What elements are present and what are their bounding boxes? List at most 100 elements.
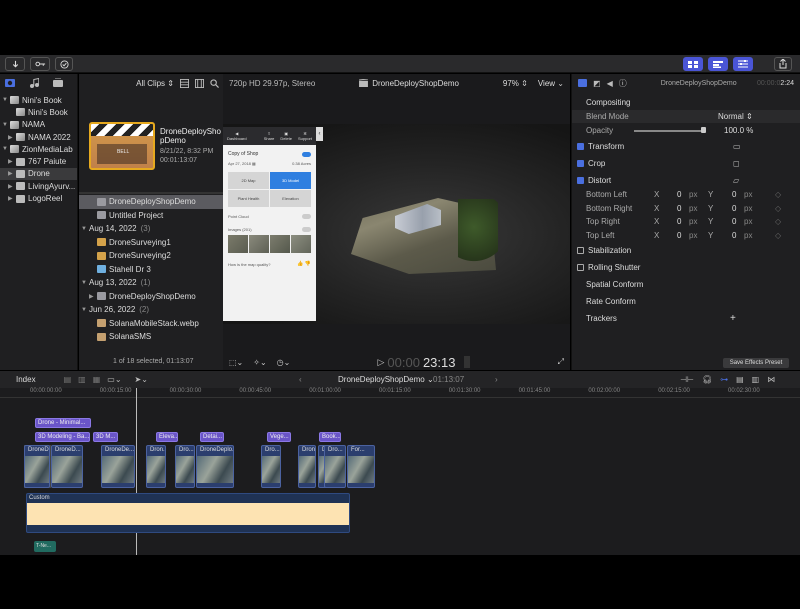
library-item[interactable]: ▶ LogoReel xyxy=(0,192,77,204)
save-effects-preset-button[interactable]: Save Effects Preset xyxy=(723,358,789,368)
connected-clip[interactable]: Vege... xyxy=(267,432,291,442)
connected-clip[interactable]: Detai... xyxy=(200,432,224,442)
effects-browser-icon[interactable]: ▥ xyxy=(752,375,760,384)
date-group-header[interactable]: ▼ Jun 26, 2022 (2) xyxy=(79,303,223,317)
layout-inspector-button[interactable] xyxy=(733,57,753,71)
date-group-header[interactable]: ▼ Aug 13, 2022 (1) xyxy=(79,276,223,290)
library-item[interactable]: Nini's Book xyxy=(0,106,77,118)
insert-icon[interactable]: ▥ xyxy=(78,375,86,384)
timeline-project-dropdown[interactable]: DroneDeployShopDemo ⌄ xyxy=(338,375,434,384)
opacity-slider[interactable] xyxy=(634,129,706,132)
list-divider[interactable] xyxy=(79,192,223,194)
stabilization-row[interactable]: Stabilization xyxy=(572,244,800,257)
append-icon[interactable]: ▦ xyxy=(93,375,101,384)
compositing-header[interactable]: Compositing xyxy=(572,96,800,109)
rolling-shutter-row[interactable]: Rolling Shutter xyxy=(572,261,800,274)
disclosure-triangle-icon[interactable]: ▶ xyxy=(8,170,16,177)
phone-toggle[interactable] xyxy=(302,151,311,157)
transform-icon[interactable]: ▭ xyxy=(733,142,741,151)
storyline-clip[interactable]: Dro... xyxy=(324,445,346,488)
browser-list-item[interactable]: SolanaMobileStack.webp xyxy=(79,317,223,331)
view-dropdown[interactable]: View ⌄ xyxy=(538,79,564,88)
music-icon[interactable] xyxy=(29,78,39,88)
disclosure-triangle-icon[interactable]: ▼ xyxy=(81,307,89,313)
x-value[interactable]: 0 xyxy=(677,190,681,199)
timeline-ruler[interactable]: 00:00:00:00 00:00:15:00 00:00:30:00 00:00:4… xyxy=(0,388,800,398)
layer-3d-model[interactable]: 3D Model xyxy=(270,172,311,189)
image-thumb[interactable] xyxy=(249,235,269,253)
library-item[interactable]: ▼ ZionMediaLab xyxy=(0,143,77,155)
date-group-header[interactable]: ▼ Aug 14, 2022 (3) xyxy=(79,222,223,236)
transform-tool-icon[interactable]: ⬚⌄ xyxy=(229,358,243,367)
add-tracker-icon[interactable]: + xyxy=(730,313,736,324)
play-icon[interactable]: ▷ xyxy=(377,357,384,368)
fullscreen-icon[interactable]: ⤢ xyxy=(558,357,564,367)
storyline-clip[interactable]: DroneD... xyxy=(51,445,83,488)
x-value[interactable]: 0 xyxy=(677,204,681,213)
library-item[interactable]: ▶ Drone xyxy=(0,167,77,181)
select-tool-icon[interactable]: ➤⌄ xyxy=(135,375,148,384)
browser-list-item[interactable]: Stahell Dr 3 xyxy=(79,263,223,277)
y-value[interactable]: 0 xyxy=(732,231,736,240)
transform-checkbox[interactable] xyxy=(577,143,584,150)
browser-list-item[interactable]: DroneSurveying1 xyxy=(79,236,223,250)
phone-delete[interactable]: ▣ Delete xyxy=(280,131,292,141)
library-item[interactable]: ▶ NAMA 2022 xyxy=(0,131,77,143)
browser-list-item[interactable]: ▶ DroneDeployShopDemo xyxy=(79,290,223,304)
browser-list-item[interactable]: Untitled Project xyxy=(79,209,223,223)
forward-arrow-icon[interactable]: › xyxy=(495,375,498,384)
disclosure-triangle-icon[interactable]: ▼ xyxy=(81,226,89,232)
keyframe-icon[interactable]: ◇ xyxy=(775,204,781,213)
crop-row[interactable]: Crop ◻ xyxy=(572,157,800,170)
storyline-clip[interactable]: Dro... xyxy=(261,445,281,488)
stabilization-checkbox[interactable] xyxy=(577,247,584,254)
layout-timeline-button[interactable] xyxy=(708,57,728,71)
search-icon[interactable] xyxy=(210,78,219,88)
color-inspector-icon[interactable]: ◩ xyxy=(593,79,601,88)
keyframe-icon[interactable]: ◇ xyxy=(775,217,781,226)
storyline-clip[interactable]: DroneDeplo... xyxy=(196,445,234,488)
transform-row[interactable]: Transform ▭ xyxy=(572,140,800,153)
blend-mode-dropdown[interactable]: Normal ⇕ xyxy=(718,112,753,121)
connected-clip[interactable]: 3D M... xyxy=(93,432,118,442)
opacity-knob[interactable] xyxy=(701,127,706,133)
phone-share[interactable]: ⇪ Share xyxy=(264,131,275,141)
back-arrow-icon[interactable]: ‹ xyxy=(299,375,302,384)
phone-dashboard[interactable]: ◀ Dashboard xyxy=(227,131,247,141)
crop-checkbox[interactable] xyxy=(577,160,584,167)
playhead[interactable] xyxy=(136,388,137,555)
photos-library-icon[interactable] xyxy=(5,78,15,88)
layout-browser-button[interactable] xyxy=(683,57,703,71)
x-value[interactable]: 0 xyxy=(677,231,681,240)
opacity-value-group[interactable]: 100.0 % xyxy=(724,126,753,135)
y-value[interactable]: 0 xyxy=(732,190,736,199)
connected-clip[interactable]: Book... xyxy=(319,432,341,442)
browser-list-item[interactable]: DroneDeployShopDemo xyxy=(79,195,223,209)
speed-tool-icon[interactable]: ◷⌄ xyxy=(277,358,291,367)
disclosure-triangle-icon[interactable]: ▼ xyxy=(2,146,10,152)
distort-checkbox[interactable] xyxy=(577,177,584,184)
library-item[interactable]: ▼ Nini's Book xyxy=(0,94,77,106)
audio-inspector-icon[interactable]: ◀ xyxy=(607,79,613,88)
disclosure-triangle-icon[interactable]: ▶ xyxy=(8,195,16,202)
snapping-icon[interactable]: ⊶ xyxy=(720,375,728,384)
phone-support[interactable]: ✲ Support xyxy=(298,131,312,141)
zoom-dropdown[interactable]: 97% ⇕ xyxy=(503,79,528,88)
keyframe-icon[interactable]: ◇ xyxy=(775,190,781,199)
thumbs-icons[interactable]: 👍 👎 xyxy=(297,261,311,267)
import-button[interactable] xyxy=(5,57,25,71)
distort-row[interactable]: Distort ⏥ xyxy=(572,174,800,187)
image-thumb[interactable] xyxy=(270,235,290,253)
storyline-clip[interactable]: Dron... xyxy=(298,445,316,488)
overwrite-icon[interactable]: ▭⌄ xyxy=(107,375,121,384)
info-icon[interactable]: ⓘ xyxy=(619,78,627,89)
transitions-icon[interactable]: ⋈ xyxy=(767,375,775,384)
y-value[interactable]: 0 xyxy=(732,217,736,226)
storyline-clip[interactable]: DroneDe... xyxy=(101,445,135,488)
audio-skimming-icon[interactable]: ⊣⊢ xyxy=(680,375,694,384)
disclosure-triangle-icon[interactable]: ▶ xyxy=(8,134,16,141)
disclosure-triangle-icon[interactable]: ▶ xyxy=(8,158,16,165)
storyline-clip[interactable]: Dro... xyxy=(318,445,332,488)
connected-clip[interactable]: Drone - Minimal... xyxy=(35,418,91,428)
distort-icon[interactable]: ⏥ xyxy=(733,176,739,185)
